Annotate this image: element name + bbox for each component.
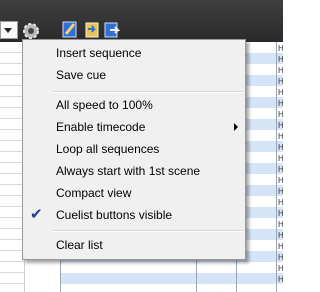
- menu-item-label: Insert sequence: [56, 46, 142, 60]
- menu-separator: [53, 230, 243, 232]
- import-icon[interactable]: [84, 19, 100, 39]
- grid-cell-text: H: [278, 99, 283, 108]
- grid-cell-text: H: [278, 55, 283, 64]
- grid-cell-text: H: [278, 187, 283, 196]
- checkmark-icon: ✔: [30, 206, 43, 223]
- grid-cell-text: H: [278, 253, 283, 262]
- menu-item-enable-timecode[interactable]: Enable timecode: [24, 116, 244, 138]
- grid-cell-text: H: [278, 231, 283, 240]
- grid-cell-text: H: [278, 242, 283, 251]
- grid-cell-text: H: [278, 88, 283, 97]
- grid-cell-text: H: [278, 110, 283, 119]
- grid-cell-text: H: [278, 154, 283, 163]
- grid-cell-text: H: [278, 132, 283, 141]
- menu-item-clear-list[interactable]: Clear list: [24, 234, 244, 256]
- menu-item-all-speed[interactable]: All speed to 100%: [24, 94, 244, 116]
- submenu-arrow-icon: [234, 123, 238, 131]
- grid-cell-text: H: [278, 275, 283, 284]
- grid-cell-text: H: [278, 198, 283, 207]
- grid-cell-text: H: [278, 220, 283, 229]
- grid-cell-text: H: [278, 176, 283, 185]
- grid-cell-text: H: [278, 66, 283, 75]
- context-menu: Insert sequence Save cue All speed to 10…: [22, 39, 246, 260]
- edit-cue-icon[interactable]: [62, 19, 78, 39]
- grid-cell-text: H: [278, 209, 283, 218]
- grid-cell-text: H: [278, 264, 283, 273]
- menu-item-loop-all[interactable]: Loop all sequences: [24, 138, 244, 160]
- grid-cell-text: H: [278, 121, 283, 130]
- column-divider: [276, 42, 277, 292]
- menu-item-insert-sequence[interactable]: Insert sequence: [24, 42, 244, 64]
- menu-item-label: Compact view: [56, 186, 132, 200]
- menu-item-label: Always start with 1st scene: [56, 164, 201, 178]
- export-icon[interactable]: [104, 19, 120, 39]
- menu-item-label: Loop all sequences: [56, 142, 160, 156]
- menu-item-label: Enable timecode: [56, 120, 146, 134]
- menu-item-label: Save cue: [56, 68, 107, 82]
- menu-item-compact-view[interactable]: Compact view: [24, 182, 244, 204]
- menu-item-save-cue[interactable]: Save cue: [24, 64, 244, 86]
- dropdown-arrow-icon: [4, 28, 12, 33]
- menu-item-always-start[interactable]: Always start with 1st scene: [24, 160, 244, 182]
- dropdown-button[interactable]: [0, 21, 18, 39]
- menu-item-label: All speed to 100%: [56, 98, 153, 112]
- grid-cell-text: H: [278, 44, 283, 53]
- grid-cell-text: H: [278, 143, 283, 152]
- grid-cell-text: H: [278, 77, 283, 86]
- menu-separator: [53, 91, 243, 93]
- menu-item-label: Clear list: [56, 238, 103, 252]
- grid-cell-text: H: [278, 165, 283, 174]
- menu-item-cuelist-buttons-visible[interactable]: ✔ Cuelist buttons visible: [24, 204, 244, 226]
- menu-item-label: Cuelist buttons visible: [56, 208, 173, 222]
- toolbar: [0, 0, 283, 42]
